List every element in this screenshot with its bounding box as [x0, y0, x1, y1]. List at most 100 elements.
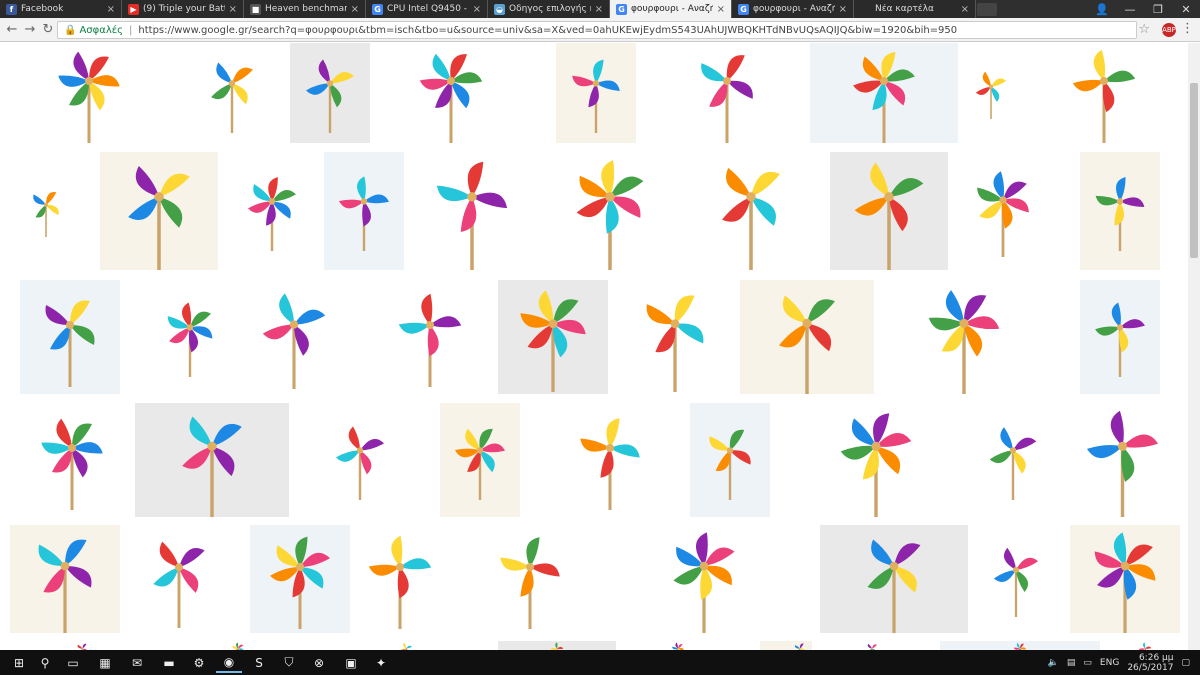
tab-3[interactable]: G CPU Intel Q9450 - Αναζή × [366, 0, 488, 18]
image-result[interactable] [20, 152, 72, 270]
app-icon[interactable]: ✦ [368, 652, 394, 673]
scrollbar[interactable] [1188, 43, 1200, 650]
extension-icon[interactable]: ABP [1162, 23, 1176, 37]
tab-close-icon[interactable]: × [229, 4, 237, 15]
tab-1[interactable]: ▶ (9) Triple your Battery Lif × [122, 0, 244, 18]
address-bar[interactable]: 🔒 Ασφαλές | https://www.google.gr/search… [57, 21, 1137, 39]
tab-4[interactable]: ◒ Οδηγος επιλογής κατό × [488, 0, 610, 18]
image-result[interactable] [380, 280, 480, 394]
image-result[interactable] [1080, 280, 1160, 394]
image-result[interactable] [20, 280, 120, 394]
image-result[interactable] [978, 525, 1054, 633]
image-result[interactable] [1110, 641, 1180, 650]
kebab-menu-icon[interactable]: ⋮ [1181, 21, 1194, 36]
tab-close-icon[interactable]: × [107, 4, 115, 15]
profile-icon[interactable]: 👤 [1088, 0, 1116, 18]
image-result[interactable] [957, 152, 1049, 270]
steam-icon[interactable]: ⚙ [186, 652, 212, 673]
monitor-icon[interactable]: ▣ [338, 652, 364, 673]
minimize-icon[interactable]: — [1116, 0, 1144, 18]
tab-close-icon[interactable]: × [717, 4, 725, 15]
tab-close-icon[interactable]: × [595, 4, 603, 15]
image-result[interactable] [1080, 152, 1160, 270]
xbox-icon[interactable]: ⊗ [306, 652, 332, 673]
image-result[interactable] [130, 525, 228, 633]
image-result[interactable] [1025, 43, 1183, 143]
image-result[interactable] [498, 641, 616, 650]
clock[interactable]: 6:26 μμ 26/5/2017 [1127, 653, 1173, 673]
image-result[interactable] [878, 280, 1050, 394]
network-icon[interactable]: ▤ [1067, 658, 1076, 668]
image-result[interactable] [597, 525, 811, 633]
tab-close-icon[interactable]: × [961, 4, 969, 15]
tab-2[interactable]: ■ Heaven benchmark | UN × [244, 0, 366, 18]
bookmark-star-icon[interactable]: ☆ [1138, 22, 1150, 37]
store-icon[interactable]: ▦ [92, 652, 118, 673]
image-result[interactable] [174, 641, 302, 650]
image-result[interactable] [10, 641, 155, 650]
restore-icon[interactable]: ❐ [1144, 0, 1172, 18]
file-explorer-icon[interactable]: ▬ [156, 652, 182, 673]
image-result[interactable] [620, 280, 730, 394]
image-result[interactable] [242, 280, 346, 394]
image-result[interactable] [973, 403, 1053, 517]
tab-7[interactable]: Νέα καρτέλα × [854, 0, 976, 18]
image-result[interactable] [684, 152, 818, 270]
image-result[interactable] [740, 280, 874, 394]
image-result[interactable] [810, 43, 958, 143]
image-result[interactable] [1070, 525, 1180, 633]
image-result[interactable] [100, 152, 218, 270]
forward-arrow-icon[interactable]: → [22, 22, 38, 38]
image-result[interactable] [412, 152, 532, 270]
image-result[interactable] [320, 403, 400, 517]
new-tab-button[interactable] [977, 3, 997, 16]
close-window-icon[interactable]: ✕ [1172, 0, 1200, 18]
image-result[interactable] [556, 43, 636, 143]
image-result[interactable] [10, 43, 168, 143]
reload-icon[interactable]: ↻ [40, 22, 56, 38]
tab-5[interactable]: Gφουρφουρι - Αναζήτηση × [610, 0, 732, 18]
speaker-icon[interactable]: 🔈 [1048, 658, 1059, 668]
windows-start-icon[interactable]: ⊞ [6, 652, 32, 673]
image-result[interactable] [135, 403, 289, 517]
search-icon[interactable]: ⚲ [32, 652, 58, 673]
shield-icon[interactable]: ⛉ [276, 652, 302, 673]
image-result[interactable] [440, 403, 520, 517]
tab-close-icon[interactable]: × [839, 4, 847, 15]
task-view-icon[interactable]: ▭ [60, 652, 86, 673]
image-result[interactable] [336, 641, 476, 650]
image-result[interactable] [812, 641, 932, 650]
back-arrow-icon[interactable]: ← [4, 22, 20, 38]
image-result[interactable] [940, 641, 1100, 650]
image-result[interactable] [793, 403, 959, 517]
skype-icon[interactable]: S [246, 652, 272, 673]
mail-icon[interactable]: ✉ [124, 652, 150, 673]
image-result[interactable] [548, 152, 672, 270]
image-result[interactable] [250, 525, 350, 633]
tab-close-icon[interactable]: × [351, 4, 359, 15]
image-result[interactable] [22, 403, 122, 517]
image-result[interactable] [150, 280, 230, 394]
image-result[interactable] [830, 152, 948, 270]
image-result[interactable] [10, 525, 120, 633]
image-result[interactable] [651, 43, 803, 143]
image-result[interactable] [290, 43, 370, 143]
chrome-icon[interactable]: ◉ [216, 652, 242, 673]
battery-icon[interactable]: ▭ [1083, 658, 1092, 668]
language-indicator[interactable]: ENG [1100, 658, 1119, 668]
image-result[interactable] [374, 43, 528, 143]
image-result[interactable] [480, 525, 580, 633]
image-result[interactable] [690, 403, 770, 517]
tab-close-icon[interactable]: × [473, 4, 481, 15]
image-result[interactable] [350, 525, 450, 633]
scrollbar-thumb[interactable] [1190, 83, 1198, 258]
tab-6[interactable]: Gφουρφουρι - Αναζήτηση × [732, 0, 854, 18]
image-result[interactable] [965, 43, 1017, 143]
image-result[interactable] [192, 43, 272, 143]
image-result[interactable] [560, 403, 660, 517]
image-result[interactable] [628, 641, 728, 650]
image-result[interactable] [498, 280, 608, 394]
tab-0[interactable]: f Facebook × [0, 0, 122, 18]
image-result[interactable] [1065, 403, 1180, 517]
image-result[interactable] [820, 525, 968, 633]
